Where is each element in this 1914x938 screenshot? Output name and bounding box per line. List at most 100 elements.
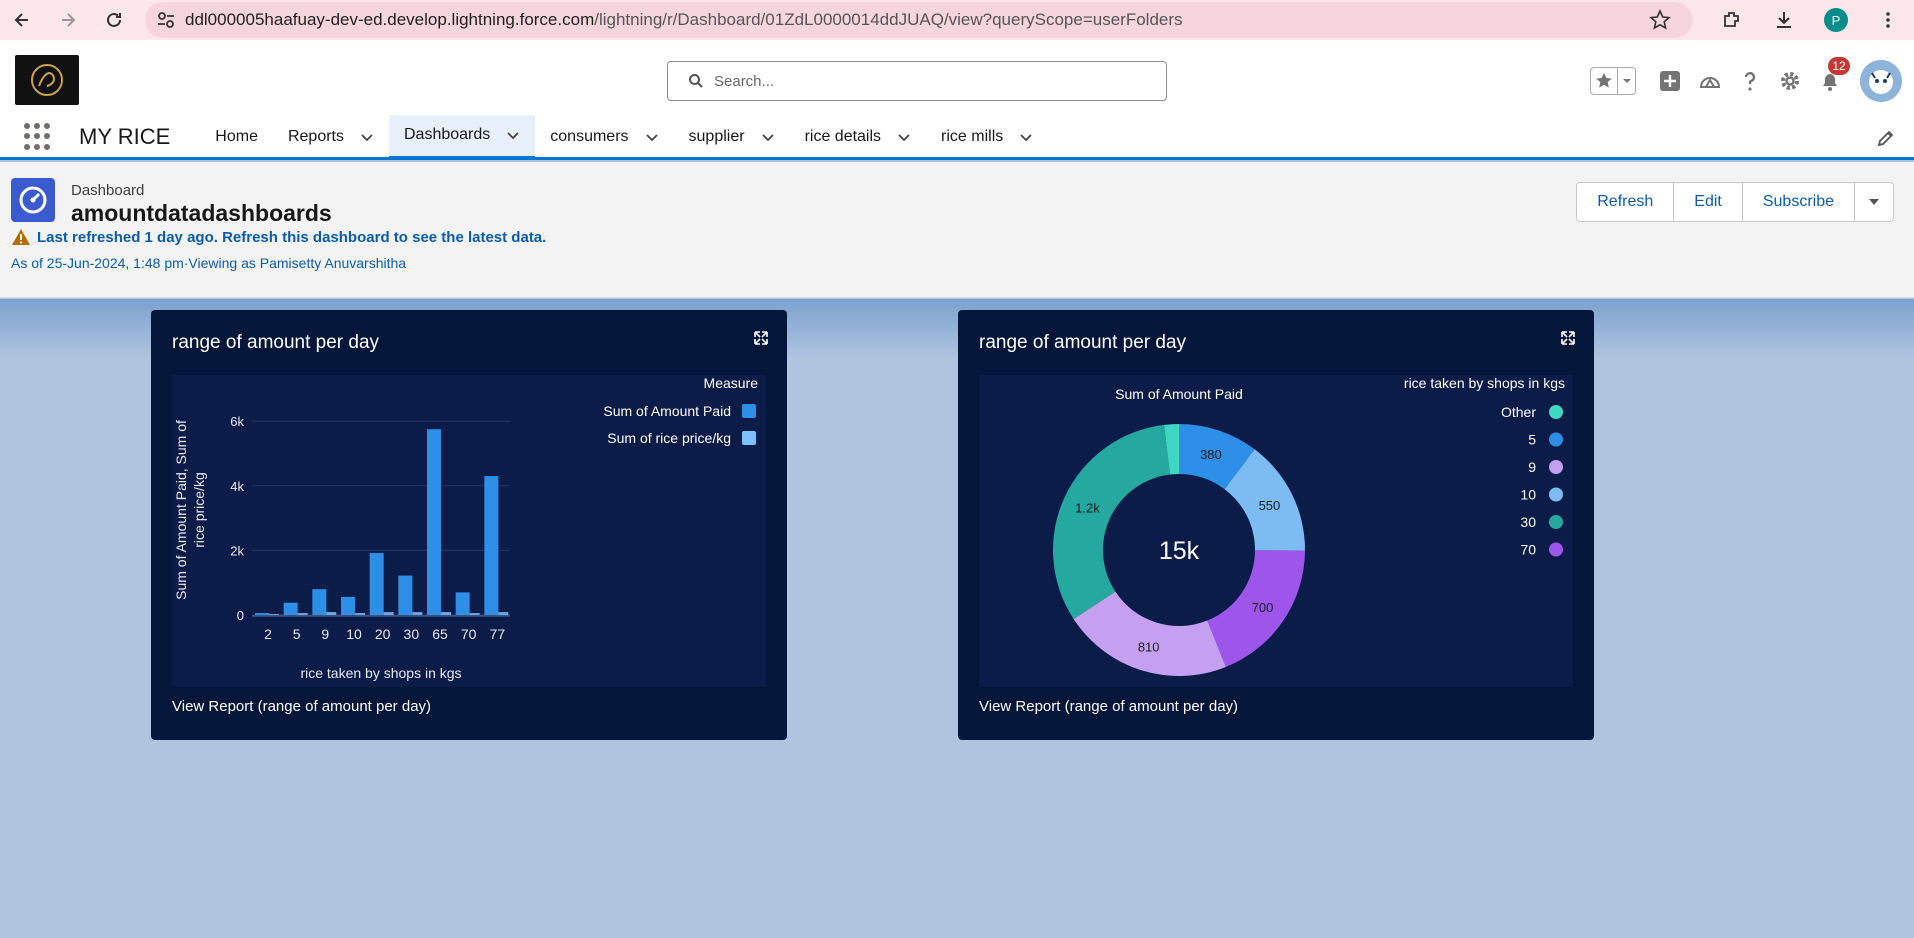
- chart-title: Sum of Amount Paid: [1115, 386, 1243, 402]
- reload-icon[interactable]: [102, 8, 126, 32]
- user-avatar[interactable]: [1860, 60, 1902, 102]
- address-bar[interactable]: ddl000005haafuay-dev-ed.develop.lightnin…: [145, 2, 1693, 38]
- bar-amount-paid: [398, 575, 413, 615]
- nav-tab-reports[interactable]: Reports: [273, 115, 389, 159]
- help-icon[interactable]: [1736, 67, 1764, 95]
- view-report-link[interactable]: View Report (range of amount per day): [979, 698, 1238, 715]
- y-axis-title-line: Sum of Amount Paid, Sum of: [173, 420, 189, 600]
- bar-chart-area[interactable]: 0 2k 4k 6k 2 5 9 10 20 30 65 70 77 rice taken by shop…: [172, 375, 766, 687]
- bar-rice-price: [326, 612, 337, 615]
- slice-label: 810: [1138, 639, 1160, 654]
- more-actions-dropdown[interactable]: [1855, 182, 1894, 222]
- trailhead-icon[interactable]: [1696, 67, 1724, 95]
- expand-icon[interactable]: [1560, 330, 1576, 346]
- global-search-input[interactable]: Search...: [667, 61, 1167, 101]
- legend-title: rice taken by shops in kgs: [1404, 375, 1565, 391]
- bookmark-star-icon[interactable]: [1649, 9, 1671, 31]
- nav-tab-supplier[interactable]: supplier: [674, 115, 790, 159]
- notifications-bell-icon[interactable]: 12: [1816, 57, 1850, 95]
- bar-rice-price: [269, 614, 279, 615]
- notification-count-badge: 12: [1828, 57, 1850, 75]
- legend-swatch: [742, 431, 756, 445]
- y-tick-label: 6k: [230, 414, 244, 429]
- site-settings-icon[interactable]: [155, 9, 177, 31]
- x-tick-label: 9: [321, 626, 329, 642]
- edit-nav-pencil-icon[interactable]: [1876, 128, 1896, 148]
- donut-chart-area[interactable]: Sum of Amount Paid 380 550 700 810 1.2k 15k ric…: [979, 375, 1573, 687]
- donut-chart-widget: range of amount per day Sum of Amount Pa…: [958, 310, 1594, 740]
- y-tick-label: 4k: [230, 479, 244, 494]
- favorites-star-icon[interactable]: [1591, 68, 1617, 94]
- chevron-down-icon[interactable]: [506, 128, 520, 142]
- nav-tab-label: consumers: [550, 127, 629, 145]
- bar-amount-paid: [427, 429, 441, 615]
- x-axis-title: rice taken by shops in kgs: [300, 665, 461, 681]
- nav-tab-dashboards[interactable]: Dashboards: [389, 114, 536, 159]
- donut-center-total: 15k: [1159, 537, 1200, 565]
- subscribe-button[interactable]: Subscribe: [1742, 182, 1855, 222]
- widget-title: range of amount per day: [172, 332, 380, 353]
- slice-label: 1.2k: [1075, 500, 1100, 515]
- x-tick-label: 30: [404, 626, 420, 642]
- warning-icon: [12, 229, 30, 245]
- global-header: Search... 12: [0, 40, 1914, 116]
- bar-amount-paid: [369, 552, 384, 615]
- app-launcher-icon[interactable]: [24, 122, 52, 151]
- nav-tab-label: rice mills: [941, 127, 1004, 145]
- nav-tab-rice-mills[interactable]: rice mills: [926, 115, 1048, 159]
- legend-swatch: [1549, 542, 1563, 557]
- browser-toolbar: ddl000005haafuay-dev-ed.develop.lightnin…: [0, 0, 1914, 40]
- legend-swatch: [1549, 432, 1563, 447]
- dashboard-actions: Refresh Edit Subscribe: [1576, 182, 1894, 222]
- bar-rice-price: [469, 613, 480, 615]
- setup-gear-icon[interactable]: [1776, 67, 1804, 95]
- url-domain: ddl000005haafuay-dev-ed.develop.lightnin…: [185, 10, 595, 29]
- forward-icon[interactable]: [56, 8, 80, 32]
- nav-tab-label: Dashboards: [404, 126, 491, 143]
- dashboard-title: amountdatadashboards: [71, 200, 332, 226]
- chevron-down-icon[interactable]: [645, 130, 659, 144]
- chevron-down-icon[interactable]: [761, 130, 775, 144]
- extensions-icon[interactable]: [1720, 8, 1744, 32]
- download-icon[interactable]: [1772, 8, 1796, 32]
- nav-tab-label: supplier: [688, 127, 745, 145]
- legend-swatch: [1549, 515, 1563, 529]
- bar-rice-price: [441, 612, 451, 615]
- browser-menu-icon[interactable]: [1876, 8, 1900, 32]
- org-logo[interactable]: [15, 55, 79, 105]
- as-of-text: As of 25-Jun-2024, 1:48 pm·Viewing as Pa…: [11, 255, 407, 271]
- y-tick-label: 0: [237, 608, 244, 623]
- expand-icon[interactable]: [753, 330, 769, 346]
- nav-tab-rice-details[interactable]: rice details: [790, 115, 926, 159]
- back-icon[interactable]: [10, 8, 34, 32]
- legend-label: Other: [1501, 404, 1536, 420]
- bar-chart-svg: 0 2k 4k 6k 2 5 9 10 20 30 65 70 77 rice taken by shop…: [173, 375, 759, 681]
- favorites-dropdown-icon[interactable]: [1617, 68, 1635, 94]
- view-report-link[interactable]: View Report (range of amount per day): [172, 698, 431, 715]
- edit-button[interactable]: Edit: [1674, 182, 1743, 222]
- bar-amount-paid: [283, 602, 298, 615]
- global-actions-icon[interactable]: [1656, 67, 1684, 95]
- bar-rice-price: [412, 612, 423, 615]
- legend-label: 70: [1520, 542, 1536, 558]
- refresh-warning: Last refreshed 1 day ago. Refresh this d…: [11, 228, 546, 246]
- x-tick-label: 10: [346, 626, 362, 642]
- nav-tab-home[interactable]: Home: [200, 115, 273, 159]
- legend-swatch: [742, 404, 756, 418]
- chevron-down-icon[interactable]: [360, 130, 374, 144]
- refresh-button[interactable]: Refresh: [1576, 182, 1675, 222]
- browser-profile-avatar[interactable]: P: [1824, 8, 1848, 32]
- bar-amount-paid: [455, 592, 470, 615]
- chevron-down-icon[interactable]: [1019, 130, 1033, 144]
- legend-title: Measure: [704, 375, 759, 391]
- legend-swatch: [1549, 405, 1563, 419]
- legend-swatch: [1549, 487, 1563, 502]
- nav-tab-consumers[interactable]: consumers: [535, 115, 673, 159]
- donut-chart-svg: Sum of Amount Paid 380 550 700 810 1.2k 15k ric…: [1053, 375, 1565, 676]
- y-tick-label: 2k: [230, 543, 244, 558]
- chevron-down-icon[interactable]: [897, 130, 911, 144]
- widget-title: range of amount per day: [979, 332, 1187, 353]
- y-axis-title: Sum of Amount Paid, Sum of rice price/kg: [173, 420, 207, 600]
- favorites-group: [1590, 67, 1636, 95]
- bar-amount-paid: [255, 613, 269, 615]
